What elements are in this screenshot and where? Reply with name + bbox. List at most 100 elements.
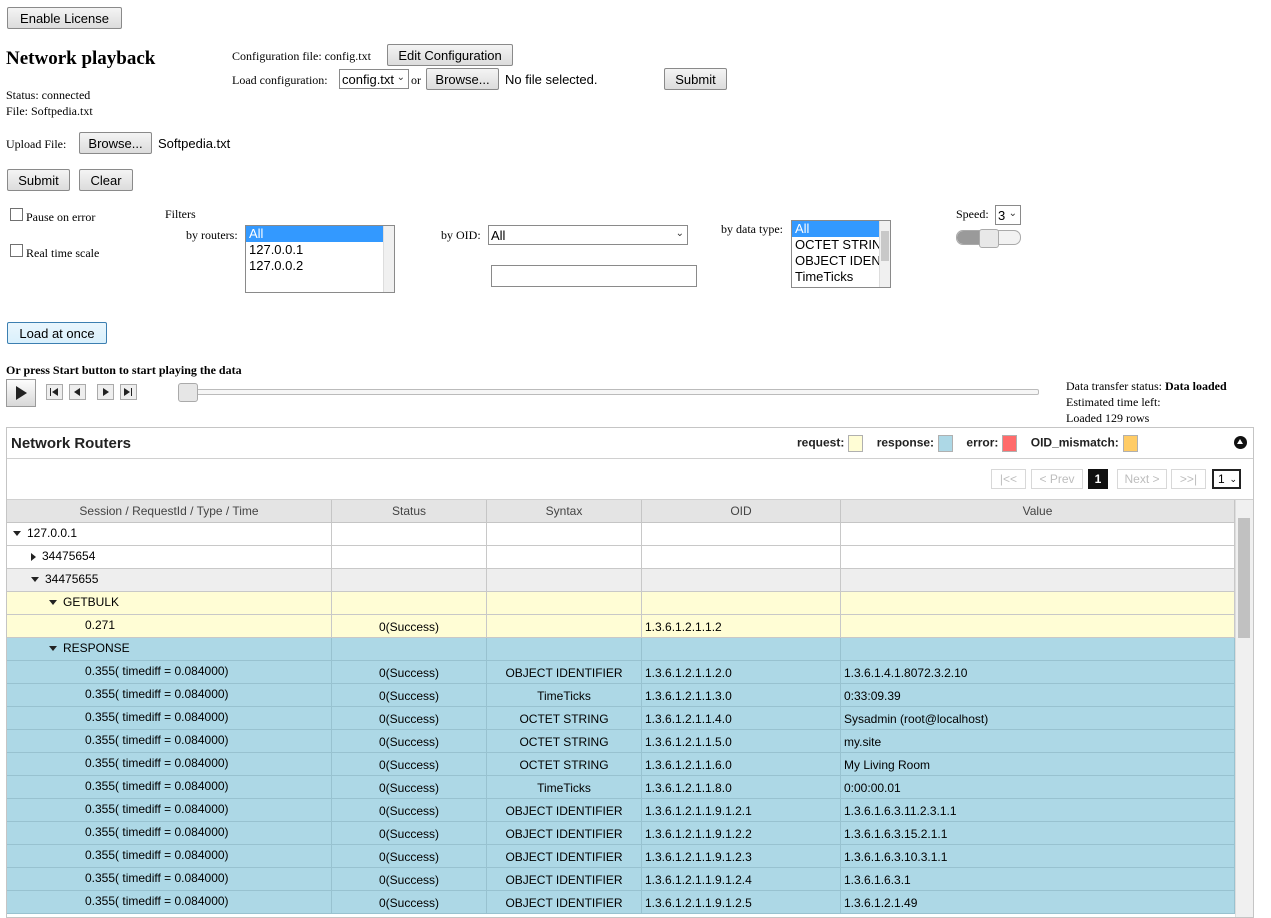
- legend-oid-mismatch-swatch: [1122, 435, 1138, 452]
- datatype-listbox[interactable]: All OCTET STRING OBJECT IDENTIFIER TimeT…: [791, 220, 891, 288]
- router-option[interactable]: 127.0.0.1: [246, 242, 394, 258]
- table-row[interactable]: 127.0.0.1: [7, 523, 1235, 546]
- pager-page-select[interactable]: 1 ⌄: [1212, 469, 1241, 489]
- skip-first-button[interactable]: [46, 384, 63, 400]
- edit-configuration-button[interactable]: Edit Configuration: [387, 44, 513, 66]
- cell-text: 0.355( timediff = 0.084000): [85, 687, 229, 701]
- table-row[interactable]: GETBULK: [7, 592, 1235, 615]
- cell-text: 0(Success): [378, 758, 440, 772]
- datatype-option[interactable]: OBJECT IDENTIFIER: [792, 253, 890, 269]
- table-row[interactable]: 0.355( timediff = 0.084000) 0(Success) OCT…: [7, 707, 1235, 730]
- routers-scrollbar[interactable]: [383, 226, 394, 292]
- cell-oid: 1.3.6.1.2.1.1.9.1.2.1: [642, 799, 841, 821]
- oid-select[interactable]: All ⌄: [488, 225, 688, 245]
- table-row[interactable]: 0.355( timediff = 0.084000) 0(Success) OBJ…: [7, 822, 1235, 845]
- cell-text: 0.355( timediff = 0.084000): [85, 756, 229, 770]
- table-row[interactable]: RESPONSE: [7, 638, 1235, 661]
- datatype-scrollbar[interactable]: [879, 221, 890, 287]
- oid-text-input[interactable]: [491, 265, 697, 287]
- speed-slider[interactable]: [956, 229, 1021, 248]
- enable-license-button[interactable]: Enable License: [7, 7, 122, 29]
- legend-response-swatch: [938, 435, 954, 452]
- speed-label: Speed:: [956, 207, 989, 221]
- table-row[interactable]: 34475654: [7, 546, 1235, 569]
- pager-prev-button[interactable]: < Prev: [1031, 469, 1083, 489]
- cell-syntax: OBJECT IDENTIFIER: [487, 661, 642, 683]
- table-row[interactable]: 0.355( timediff = 0.084000) 0(Success) OBJ…: [7, 868, 1235, 891]
- expand-down-icon[interactable]: [49, 646, 57, 652]
- cell-session: 0.355( timediff = 0.084000): [7, 707, 332, 729]
- config-submit-button[interactable]: Submit: [664, 68, 727, 90]
- table-row[interactable]: 0.355( timediff = 0.084000) 0(Success) OBJ…: [7, 891, 1235, 914]
- config-browse-button[interactable]: Browse...: [426, 68, 499, 90]
- cell-text: 0:00:00.01: [844, 781, 901, 795]
- cell-syntax: [487, 592, 642, 614]
- skip-first-icon: [50, 388, 51, 396]
- router-option[interactable]: 127.0.0.2: [246, 258, 394, 274]
- config-select[interactable]: config.txt ⌄: [339, 69, 409, 89]
- step-forward-button[interactable]: [97, 384, 114, 400]
- datatype-option[interactable]: TimeTicks: [792, 269, 890, 285]
- cell-text: 0.271: [85, 618, 116, 632]
- expand-down-icon[interactable]: [49, 600, 57, 606]
- speed-slider-handle[interactable]: [979, 229, 999, 248]
- connection-status: Status: connected: [6, 88, 91, 102]
- pager-next-button[interactable]: Next >: [1117, 469, 1167, 489]
- datatype-option[interactable]: All: [792, 221, 883, 237]
- step-back-icon: [74, 388, 80, 396]
- pager-last-button[interactable]: >>|: [1171, 469, 1206, 489]
- table-row[interactable]: 0.355( timediff = 0.084000) 0(Success) OBJ…: [7, 799, 1235, 822]
- grid-scrollbar-thumb[interactable]: [1238, 518, 1250, 638]
- cell-session: 127.0.0.1: [7, 523, 332, 545]
- cell-syntax: [487, 523, 642, 545]
- expand-right-icon[interactable]: [31, 552, 36, 561]
- table-row[interactable]: 0.355( timediff = 0.084000) 0(Success) Tim…: [7, 776, 1235, 799]
- collapse-grid-button[interactable]: [1234, 436, 1247, 449]
- cell-text: 1.3.6.1.2.1.1.9.1.2.1: [645, 804, 752, 818]
- playback-progress-handle[interactable]: [178, 383, 198, 402]
- table-row[interactable]: 0.355( timediff = 0.084000) 0(Success) OCT…: [7, 753, 1235, 776]
- play-button[interactable]: [6, 379, 36, 407]
- upload-browse-button[interactable]: Browse...: [79, 132, 152, 154]
- upload-file-label: Upload File:: [6, 137, 67, 151]
- pager-current-page[interactable]: 1: [1088, 469, 1108, 489]
- datatype-option[interactable]: OCTET STRING: [792, 237, 890, 253]
- routers-listbox[interactable]: All 127.0.0.1 127.0.0.2: [245, 225, 395, 293]
- pager-first-button[interactable]: |<<: [991, 469, 1026, 489]
- column-header-session[interactable]: Session / RequestId / Type / Time: [7, 500, 332, 522]
- column-header-syntax[interactable]: Syntax: [487, 500, 642, 522]
- cell-oid: [642, 638, 841, 660]
- table-row[interactable]: 0.355( timediff = 0.084000) 0(Success) OCT…: [7, 730, 1235, 753]
- expand-down-icon[interactable]: [31, 577, 39, 583]
- cell-value: [841, 615, 1235, 637]
- skip-last-button[interactable]: [120, 384, 137, 400]
- cell-status: [332, 546, 487, 568]
- cell-oid: 1.3.6.1.2.1.1.4.0: [642, 707, 841, 729]
- table-row[interactable]: 34475655: [7, 569, 1235, 592]
- step-back-button[interactable]: [69, 384, 86, 400]
- column-header-oid[interactable]: OID: [642, 500, 841, 522]
- cell-value: my.site: [841, 730, 1235, 752]
- cell-text: OCTET STRING: [519, 712, 609, 726]
- cell-oid: 1.3.6.1.2.1.1.9.1.2.2: [642, 822, 841, 844]
- load-at-once-button[interactable]: Load at once: [7, 322, 107, 344]
- table-row[interactable]: 0.355( timediff = 0.084000) 0(Success) OBJ…: [7, 845, 1235, 868]
- cell-syntax: OBJECT IDENTIFIER: [487, 822, 642, 844]
- playback-progress-track[interactable]: [180, 389, 1039, 395]
- cell-text: 1.3.6.1.2.1.1.3.0: [645, 689, 732, 703]
- column-header-value[interactable]: Value: [841, 500, 1235, 522]
- table-row[interactable]: 0.355( timediff = 0.084000) 0(Success) Tim…: [7, 684, 1235, 707]
- table-row[interactable]: 0.271 0(Success) 1.3.6.1.2.1.1.2: [7, 615, 1235, 638]
- expand-down-icon[interactable]: [13, 531, 21, 537]
- column-header-status[interactable]: Status: [332, 500, 487, 522]
- router-option[interactable]: All: [246, 226, 394, 242]
- grid-vertical-scrollbar[interactable]: [1235, 500, 1253, 917]
- cell-text: 1.3.6.1.6.3.10.3.1.1: [844, 850, 948, 864]
- pause-on-error-checkbox[interactable]: [10, 208, 23, 221]
- real-time-scale-checkbox[interactable]: [10, 244, 23, 257]
- cell-session: 0.355( timediff = 0.084000): [7, 868, 332, 890]
- speed-select[interactable]: 3 ⌄: [995, 205, 1021, 225]
- clear-button[interactable]: Clear: [79, 169, 133, 191]
- table-row[interactable]: 0.355( timediff = 0.084000) 0(Success) OBJ…: [7, 661, 1235, 684]
- upload-submit-button[interactable]: Submit: [7, 169, 70, 191]
